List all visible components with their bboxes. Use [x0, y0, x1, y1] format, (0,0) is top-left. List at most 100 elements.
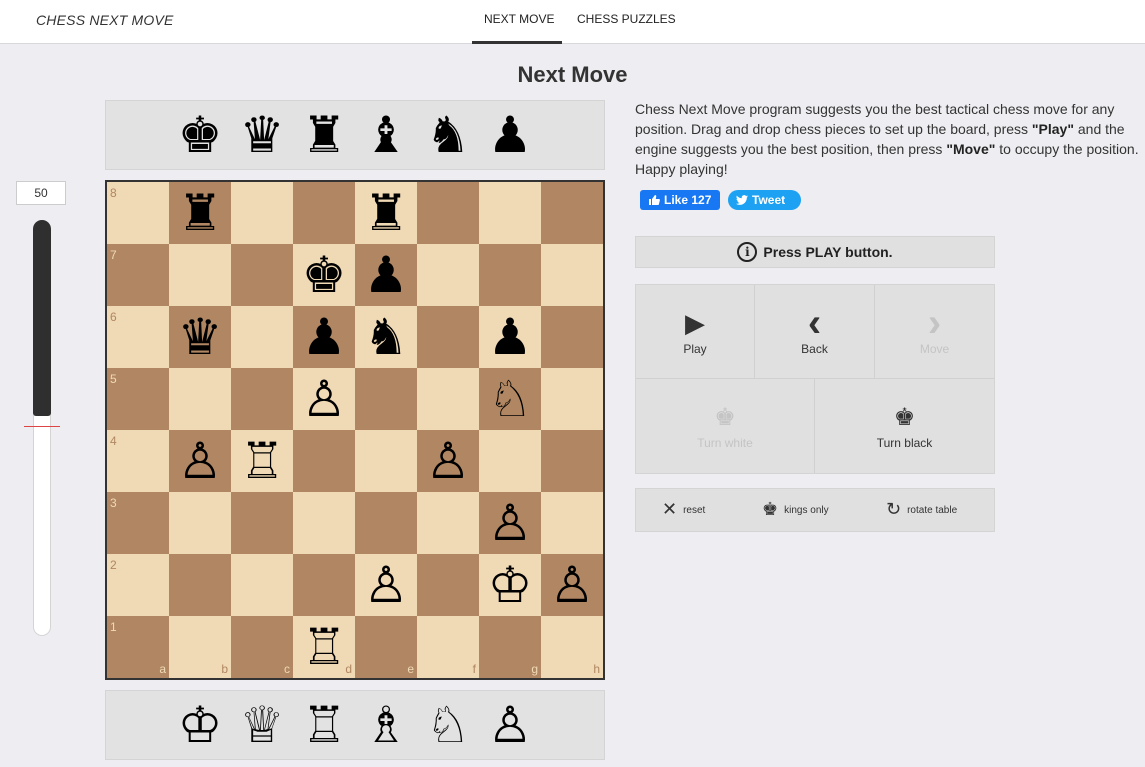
square-a1[interactable]: 1a	[107, 616, 169, 678]
square-b3[interactable]	[169, 492, 231, 554]
square-b8[interactable]: ♜	[169, 182, 231, 244]
square-b6[interactable]: ♛	[169, 306, 231, 368]
square-e8[interactable]: ♜	[355, 182, 417, 244]
square-f8[interactable]	[417, 182, 479, 244]
square-g4[interactable]	[479, 430, 541, 492]
square-a2[interactable]: 2	[107, 554, 169, 616]
tray-white-rook[interactable]: ♖	[295, 696, 353, 754]
depth-value-input[interactable]: 50	[16, 181, 66, 205]
square-h7[interactable]	[541, 244, 603, 306]
square-h2[interactable]: ♙	[541, 554, 603, 616]
square-e7[interactable]: ♟	[355, 244, 417, 306]
chess-piece[interactable]: ♖	[302, 622, 347, 672]
tray-white-king[interactable]: ♔	[171, 696, 229, 754]
square-d1[interactable]: d ♖	[293, 616, 355, 678]
square-h4[interactable]	[541, 430, 603, 492]
move-button[interactable]: › Move	[875, 285, 994, 379]
tray-white-bishop[interactable]: ♗	[357, 696, 415, 754]
depth-slider-fill[interactable]	[33, 220, 51, 416]
square-h6[interactable]	[541, 306, 603, 368]
tray-white-queen[interactable]: ♕	[233, 696, 291, 754]
square-e6[interactable]: ♞	[355, 306, 417, 368]
tray-black-queen[interactable]: ♛	[233, 106, 291, 164]
chess-piece[interactable]: ♟	[302, 312, 347, 362]
tray-black-bishop[interactable]: ♝	[357, 106, 415, 164]
tray-black-pawn[interactable]: ♟	[481, 106, 539, 164]
chess-piece[interactable]: ♞	[364, 312, 409, 362]
square-h8[interactable]	[541, 182, 603, 244]
chess-piece[interactable]: ♜	[178, 188, 223, 238]
square-h5[interactable]	[541, 368, 603, 430]
tray-black-knight[interactable]: ♞	[419, 106, 477, 164]
square-h3[interactable]	[541, 492, 603, 554]
square-b7[interactable]	[169, 244, 231, 306]
square-b1[interactable]: b	[169, 616, 231, 678]
square-c8[interactable]	[231, 182, 293, 244]
square-e4[interactable]	[355, 430, 417, 492]
chess-piece[interactable]: ♛	[178, 312, 223, 362]
square-e2[interactable]: ♙	[355, 554, 417, 616]
square-g8[interactable]	[479, 182, 541, 244]
square-e3[interactable]	[355, 492, 417, 554]
square-g1[interactable]: g	[479, 616, 541, 678]
tab-chess-puzzles[interactable]: CHESS PUZZLES	[577, 12, 676, 26]
square-b2[interactable]	[169, 554, 231, 616]
kings-only-button[interactable]: ♚ kings only	[762, 501, 829, 519]
square-g5[interactable]: ♘	[479, 368, 541, 430]
chess-piece[interactable]: ♖	[240, 436, 285, 486]
square-c7[interactable]	[231, 244, 293, 306]
square-d7[interactable]: ♚	[293, 244, 355, 306]
square-h1[interactable]: h	[541, 616, 603, 678]
chess-piece[interactable]: ♙	[178, 436, 223, 486]
chess-piece[interactable]: ♜	[364, 188, 409, 238]
square-g2[interactable]: ♔	[479, 554, 541, 616]
rotate-table-button[interactable]: ↻ rotate table	[886, 501, 957, 519]
square-f3[interactable]	[417, 492, 479, 554]
square-a6[interactable]: 6	[107, 306, 169, 368]
tray-white-knight[interactable]: ♘	[419, 696, 477, 754]
square-d6[interactable]: ♟	[293, 306, 355, 368]
square-c5[interactable]	[231, 368, 293, 430]
square-e1[interactable]: e	[355, 616, 417, 678]
chess-piece[interactable]: ♙	[426, 436, 471, 486]
chess-piece[interactable]: ♙	[302, 374, 347, 424]
tray-black-rook[interactable]: ♜	[295, 106, 353, 164]
turn-black-button[interactable]: ♚ Turn black	[815, 379, 994, 473]
play-button[interactable]: ▶ Play	[636, 285, 755, 379]
square-f1[interactable]: f	[417, 616, 479, 678]
square-a3[interactable]: 3	[107, 492, 169, 554]
turn-white-button[interactable]: ♚ Turn white	[636, 379, 815, 473]
square-f7[interactable]	[417, 244, 479, 306]
chess-piece[interactable]: ♟	[364, 250, 409, 300]
square-f2[interactable]	[417, 554, 479, 616]
square-b4[interactable]: ♙	[169, 430, 231, 492]
square-d8[interactable]	[293, 182, 355, 244]
tab-next-move[interactable]: NEXT MOVE	[484, 12, 554, 26]
square-g6[interactable]: ♟	[479, 306, 541, 368]
chess-piece[interactable]: ♚	[302, 250, 347, 300]
square-c4[interactable]: ♖	[231, 430, 293, 492]
depth-slider[interactable]	[33, 220, 51, 636]
square-d5[interactable]: ♙	[293, 368, 355, 430]
brand-logo[interactable]: CHESS NEXT MOVE	[36, 12, 174, 28]
square-d4[interactable]	[293, 430, 355, 492]
facebook-like-button[interactable]: Like 127	[640, 190, 720, 210]
square-a4[interactable]: 4	[107, 430, 169, 492]
square-c3[interactable]	[231, 492, 293, 554]
square-g7[interactable]	[479, 244, 541, 306]
chess-piece[interactable]: ♟	[488, 312, 533, 362]
back-button[interactable]: ‹ Back	[755, 285, 875, 379]
square-c1[interactable]: c	[231, 616, 293, 678]
square-c2[interactable]	[231, 554, 293, 616]
square-d2[interactable]	[293, 554, 355, 616]
square-f6[interactable]	[417, 306, 479, 368]
tray-white-pawn[interactable]: ♙	[481, 696, 539, 754]
square-c6[interactable]	[231, 306, 293, 368]
tray-black-king[interactable]: ♚	[171, 106, 229, 164]
chess-piece[interactable]: ♙	[488, 498, 533, 548]
chess-piece[interactable]: ♘	[488, 374, 533, 424]
square-a7[interactable]: 7	[107, 244, 169, 306]
chess-board[interactable]: 8 ♜ ♜ 7 ♚ ♟ 6 ♛ ♟ ♞ ♟ 5 ♙ ♘ 4 ♙ ♖ ♙ 3 ♙ 2 ♙ ♔ ♙ 1 a b c d ♖ e f g h	[105, 180, 605, 680]
tweet-button[interactable]: Tweet	[728, 190, 801, 210]
square-f5[interactable]	[417, 368, 479, 430]
